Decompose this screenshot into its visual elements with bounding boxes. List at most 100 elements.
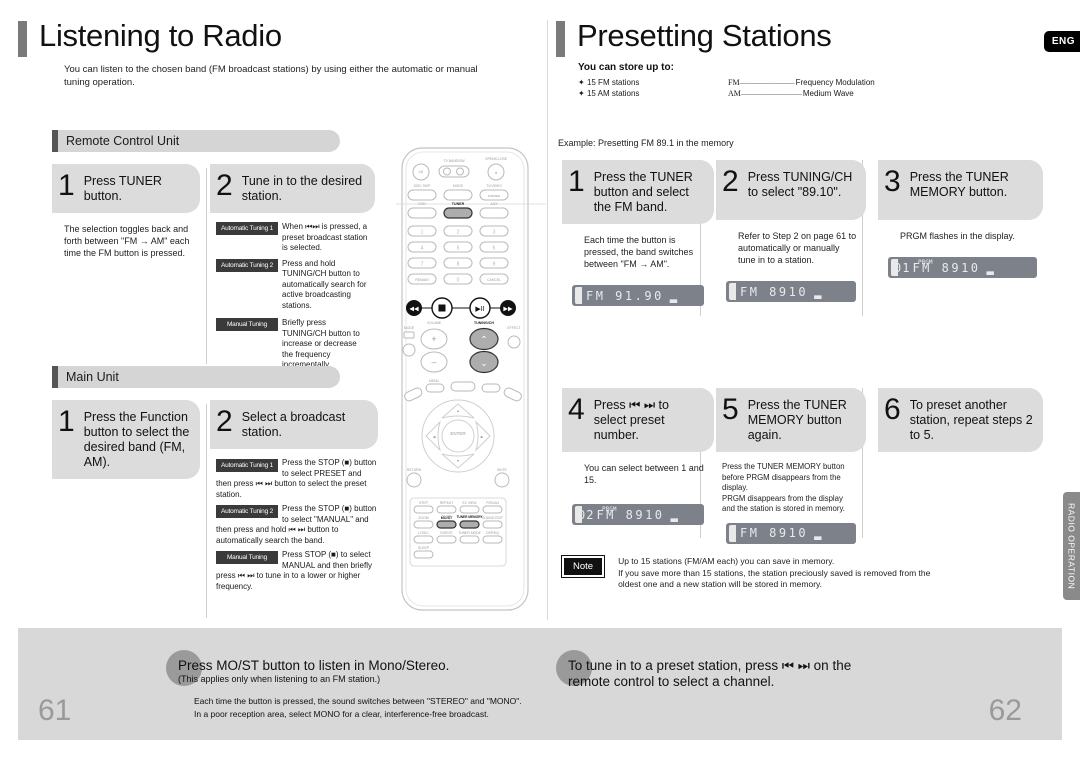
svg-text:AUX: AUX <box>491 202 499 206</box>
tuning-mode-list: Automatic Tuning 1 When ⏮⏭ is pressed, a … <box>210 213 375 371</box>
tuning-mode-row: Automatic Tuning 2 Press the STOP (■) but… <box>216 504 378 546</box>
svg-text:DIMMER: DIMMER <box>488 194 501 198</box>
step-preset-4: 4 Press ⏮ ⏭ to select preset number. You… <box>562 388 714 525</box>
svg-text:◀◀: ◀◀ <box>409 307 419 313</box>
remote-most-button <box>436 520 457 529</box>
tuning-mode-badge: Automatic Tuning 1 <box>216 222 278 235</box>
abbreviation-key: AM <box>728 89 741 98</box>
note-text: Up to 15 stations (FM/AM each) you can s… <box>618 556 930 591</box>
example-line: Example: Presetting FM 89.1 in the memor… <box>558 138 734 148</box>
store-item-label: 15 FM stations <box>586 78 640 87</box>
step-number: 4 <box>568 393 585 426</box>
lcd-display: 01 FM 8910 ▂ PRGM <box>888 257 1037 278</box>
step-header: 4 Press ⏮ ⏭ to select preset number. <box>562 388 714 452</box>
svg-text:ZOOM: ZOOM <box>418 516 428 520</box>
side-tab-radio-operation: RADIO OPERATION <box>1063 492 1080 600</box>
section-title: Main Unit <box>66 370 119 384</box>
svg-text:▲: ▲ <box>494 171 497 175</box>
svg-text:CANCEL: CANCEL <box>487 278 501 282</box>
tuning-mode-row: Manual Tuning Press STOP (■) to select MA… <box>216 550 378 592</box>
step-preset-1: 1 Press the TUNER button and select the … <box>562 160 714 306</box>
step-preset-2: 2 Press TUNING/CH to select "89.10". Ref… <box>716 160 866 302</box>
tuning-mode-row: Automatic Tuning 1 When ⏮⏭ is pressed, a … <box>216 222 375 254</box>
tuning-mode-badge: Automatic Tuning 1 <box>216 459 278 472</box>
tuning-mode-text: Briefly press TUNING/CH button to increa… <box>282 318 360 369</box>
step-number: 6 <box>884 393 901 426</box>
svg-text:4: 4 <box>421 246 424 252</box>
svg-text:▶II: ▶II <box>475 306 484 313</box>
svg-text:DSP/EQ: DSP/EQ <box>486 531 499 535</box>
abbreviation-value: Frequency Modulation <box>795 78 875 87</box>
svg-text:⏻/I: ⏻/I <box>419 170 424 174</box>
abbreviation-value: Medium Wave <box>802 89 854 98</box>
lcd-text: FM 8910 <box>740 284 809 299</box>
step-mu-2: 2 Select a broadcast station. Automatic … <box>210 400 378 592</box>
step-header: 1 Press the Function button to select th… <box>52 400 200 479</box>
step-header: 5 Press the TUNER MEMORY button again. <box>716 388 866 452</box>
svg-text:8: 8 <box>457 262 460 268</box>
step-title: Press the Function button to select the … <box>83 410 190 469</box>
svg-text:TUNER MEMORY: TUNER MEMORY <box>456 515 483 519</box>
svg-text:7: 7 <box>421 262 424 268</box>
side-tab-label: RADIO OPERATION <box>1066 502 1077 590</box>
svg-text:VOLUME: VOLUME <box>427 321 442 325</box>
svg-text:DISC SKIP: DISC SKIP <box>414 184 432 188</box>
step-body <box>878 452 1043 462</box>
lcd-display: 02 FM 8910 ▂ PRGM <box>572 504 704 525</box>
svg-text:DVD: DVD <box>418 202 426 206</box>
lcd-preset-number: 02 <box>578 507 595 522</box>
lcd-prgm-indicator: PRGM <box>602 506 617 513</box>
step-preset-3: 3 Press the TUNER MEMORY button. PRGM fl… <box>878 160 1043 278</box>
tuning-mode-badge: Automatic Tuning 2 <box>216 258 278 272</box>
step-body: Each time the button is pressed, the ban… <box>584 235 694 269</box>
step-number: 2 <box>216 405 233 438</box>
step-preset-5: 5 Press the TUNER MEMORY button again. P… <box>716 388 866 544</box>
step-body: Refer to Step 2 on page 61 to automatica… <box>738 231 857 265</box>
step-title: Tune in to the desired station. <box>241 174 363 203</box>
step-rcu-1: 1 Press TUNER button. The selection togg… <box>52 164 200 259</box>
page-number-right: 62 <box>988 694 1022 727</box>
note-line: Up to 15 stations (FM/AM each) you can s… <box>618 556 835 566</box>
lcd-text: FM 91.90 <box>586 288 664 303</box>
store-item: ✦ 15 AM stations <box>578 88 728 99</box>
svg-text:TUNING/CH: TUNING/CH <box>474 321 494 325</box>
section-accent-bar <box>52 130 58 152</box>
step-number: 3 <box>884 165 901 198</box>
svg-text:3: 3 <box>493 230 496 236</box>
section-header-remote-control-unit: Remote Control Unit <box>52 130 340 152</box>
step-column-rule <box>206 168 207 364</box>
step-title: Press TUNING/CH to select "89.10". <box>747 170 853 199</box>
svg-text:1: 1 <box>421 230 424 236</box>
page-intro: You can listen to the chosen band (FM br… <box>64 64 478 88</box>
step-body: PRGM flashes in the display. <box>900 231 1015 241</box>
step-title: Press the TUNER button and select the FM… <box>593 170 693 214</box>
svg-text:TV/VIDEO: TV/VIDEO <box>486 184 502 188</box>
svg-text:RETURN: RETURN <box>407 468 422 472</box>
note-block: Note Up to 15 stations (FM/AM each) you … <box>560 555 1022 591</box>
svg-text:▲: ▲ <box>456 409 459 413</box>
tuning-mode-badge: Automatic Tuning 2 <box>216 505 278 518</box>
lcd-prgm-indicator: PRGM <box>918 259 933 266</box>
svg-text:9: 9 <box>493 262 496 268</box>
abbreviation-row: FM–––––––––––––––––– Frequency Modulatio… <box>728 77 875 88</box>
svg-text:⌃: ⌃ <box>480 335 488 345</box>
step-body: The selection toggles back and forth bet… <box>64 224 190 258</box>
footer-right-text: To tune in to a preset station, press ⏮ … <box>568 658 968 690</box>
left-page-title-row: Listening to Radio <box>18 18 540 57</box>
tuning-mode-badge: Manual Tuning <box>216 551 278 564</box>
remote-control-illustration: .rb { fill:#fff; stroke:#b9b9b9; stroke-… <box>396 146 546 616</box>
remote-control-svg: .rb { fill:#fff; stroke:#b9b9b9; stroke-… <box>396 147 546 611</box>
svg-text:DIGEST: DIGEST <box>440 531 453 535</box>
svg-text:STEP: STEP <box>419 501 429 505</box>
svg-text:+: + <box>431 334 436 344</box>
svg-text:2: 2 <box>457 230 460 236</box>
svg-text:SLEEP: SLEEP <box>418 546 430 550</box>
abbreviation-key: FM <box>728 78 740 87</box>
svg-text:–: – <box>431 357 436 367</box>
bullet-icon: ✦ <box>578 78 585 87</box>
lcd-display: FM 91.90 ▂ <box>572 285 704 306</box>
step-rcu-2: 2 Tune in to the desired station. Automa… <box>210 164 375 376</box>
svg-text:SLOW: SLOW <box>442 514 451 518</box>
step-header: 2 Select a broadcast station. <box>210 400 378 449</box>
step-number: 2 <box>216 169 233 202</box>
